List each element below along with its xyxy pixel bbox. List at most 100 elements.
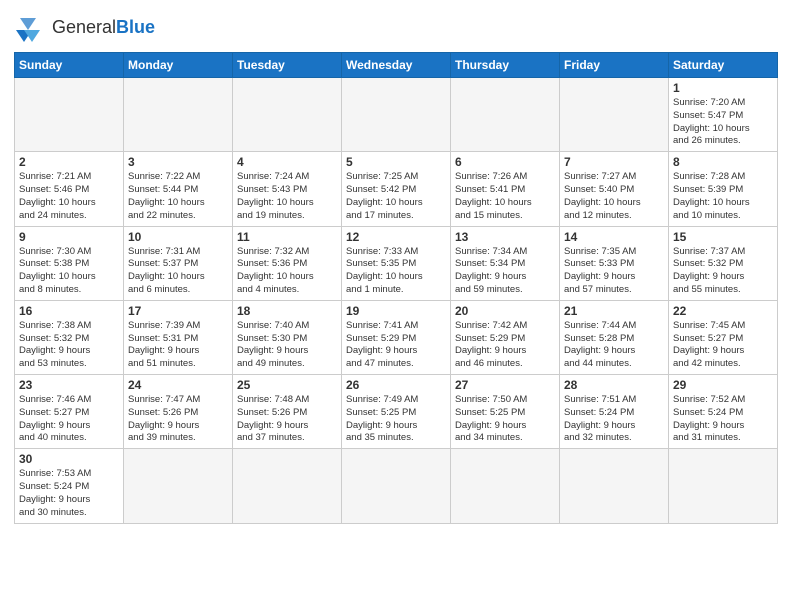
day-number: 16 (19, 304, 119, 318)
day-number: 21 (564, 304, 664, 318)
day-info: Sunrise: 7:42 AM Sunset: 5:29 PM Dayligh… (455, 320, 555, 371)
day-number: 23 (19, 378, 119, 392)
logo-text: GeneralBlue (52, 18, 155, 38)
day-number: 26 (346, 378, 446, 392)
day-number: 4 (237, 155, 337, 169)
calendar-cell: 27 Sunrise: 7:50 AM Sunset: 5:25 PM Dayli… (451, 375, 560, 449)
day-info: Sunrise: 7:34 AM Sunset: 5:34 PM Dayligh… (455, 246, 555, 297)
day-info: Sunrise: 7:21 AM Sunset: 5:46 PM Dayligh… (19, 171, 119, 222)
calendar-cell: 26 Sunrise: 7:49 AM Sunset: 5:25 PM Dayli… (342, 375, 451, 449)
calendar-cell: 10 Sunrise: 7:31 AM Sunset: 5:37 PM Dayli… (124, 226, 233, 300)
calendar-cell: 12 Sunrise: 7:33 AM Sunset: 5:35 PM Dayli… (342, 226, 451, 300)
day-info: Sunrise: 7:53 AM Sunset: 5:24 PM Dayligh… (19, 468, 119, 519)
calendar-cell: 13 Sunrise: 7:34 AM Sunset: 5:34 PM Dayli… (451, 226, 560, 300)
calendar-cell: 29 Sunrise: 7:52 AM Sunset: 5:24 PM Dayli… (669, 375, 778, 449)
day-number: 9 (19, 230, 119, 244)
calendar-cell: 20 Sunrise: 7:42 AM Sunset: 5:29 PM Dayli… (451, 300, 560, 374)
calendar-cell: 14 Sunrise: 7:35 AM Sunset: 5:33 PM Dayli… (560, 226, 669, 300)
day-info: Sunrise: 7:33 AM Sunset: 5:35 PM Dayligh… (346, 246, 446, 297)
calendar-cell: 28 Sunrise: 7:51 AM Sunset: 5:24 PM Dayli… (560, 375, 669, 449)
weekday-header-thursday: Thursday (451, 53, 560, 78)
weekday-header-sunday: Sunday (15, 53, 124, 78)
day-info: Sunrise: 7:48 AM Sunset: 5:26 PM Dayligh… (237, 394, 337, 445)
day-info: Sunrise: 7:47 AM Sunset: 5:26 PM Dayligh… (128, 394, 228, 445)
calendar-week-row: 16 Sunrise: 7:38 AM Sunset: 5:32 PM Dayli… (15, 300, 778, 374)
day-number: 8 (673, 155, 773, 169)
calendar-cell (15, 78, 124, 152)
day-number: 25 (237, 378, 337, 392)
calendar-cell: 15Sunrise: 7:37 AM Sunset: 5:32 PM Dayli… (669, 226, 778, 300)
day-info: Sunrise: 7:51 AM Sunset: 5:24 PM Dayligh… (564, 394, 664, 445)
day-info: Sunrise: 7:26 AM Sunset: 5:41 PM Dayligh… (455, 171, 555, 222)
calendar-week-row: 1 Sunrise: 7:20 AM Sunset: 5:47 PM Daylig… (15, 78, 778, 152)
calendar-cell (233, 78, 342, 152)
day-number: 20 (455, 304, 555, 318)
calendar-cell (233, 449, 342, 523)
day-number: 11 (237, 230, 337, 244)
day-number: 14 (564, 230, 664, 244)
calendar-cell (342, 449, 451, 523)
day-number: 6 (455, 155, 555, 169)
weekday-header-monday: Monday (124, 53, 233, 78)
day-info: Sunrise: 7:20 AM Sunset: 5:47 PM Dayligh… (673, 97, 773, 148)
weekday-header-tuesday: Tuesday (233, 53, 342, 78)
day-number: 28 (564, 378, 664, 392)
day-number: 19 (346, 304, 446, 318)
logo-svg (14, 10, 50, 46)
day-info: Sunrise: 7:40 AM Sunset: 5:30 PM Dayligh… (237, 320, 337, 371)
calendar-cell: 21 Sunrise: 7:44 AM Sunset: 5:28 PM Dayli… (560, 300, 669, 374)
calendar-cell (342, 78, 451, 152)
calendar-week-row: 30Sunrise: 7:53 AM Sunset: 5:24 PM Dayli… (15, 449, 778, 523)
calendar-cell: 24 Sunrise: 7:47 AM Sunset: 5:26 PM Dayli… (124, 375, 233, 449)
day-number: 24 (128, 378, 228, 392)
calendar-cell: 5Sunrise: 7:25 AM Sunset: 5:42 PM Daylig… (342, 152, 451, 226)
day-info: Sunrise: 7:31 AM Sunset: 5:37 PM Dayligh… (128, 246, 228, 297)
day-info: Sunrise: 7:49 AM Sunset: 5:25 PM Dayligh… (346, 394, 446, 445)
calendar-cell: 23 Sunrise: 7:46 AM Sunset: 5:27 PM Dayli… (15, 375, 124, 449)
day-info: Sunrise: 7:41 AM Sunset: 5:29 PM Dayligh… (346, 320, 446, 371)
calendar-cell: 7Sunrise: 7:27 AM Sunset: 5:40 PM Daylig… (560, 152, 669, 226)
calendar-cell: 17 Sunrise: 7:39 AM Sunset: 5:31 PM Dayli… (124, 300, 233, 374)
day-info: Sunrise: 7:35 AM Sunset: 5:33 PM Dayligh… (564, 246, 664, 297)
day-number: 7 (564, 155, 664, 169)
day-info: Sunrise: 7:30 AM Sunset: 5:38 PM Dayligh… (19, 246, 119, 297)
calendar-week-row: 9 Sunrise: 7:30 AM Sunset: 5:38 PM Daylig… (15, 226, 778, 300)
day-number: 1 (673, 81, 773, 95)
day-number: 13 (455, 230, 555, 244)
page: GeneralBlue SundayMondayTuesdayWednesday… (0, 0, 792, 534)
calendar-cell: 16 Sunrise: 7:38 AM Sunset: 5:32 PM Dayli… (15, 300, 124, 374)
day-number: 5 (346, 155, 446, 169)
day-number: 29 (673, 378, 773, 392)
logo-graphic: GeneralBlue (14, 10, 155, 46)
day-info: Sunrise: 7:32 AM Sunset: 5:36 PM Dayligh… (237, 246, 337, 297)
calendar-cell: 4Sunrise: 7:24 AM Sunset: 5:43 PM Daylig… (233, 152, 342, 226)
calendar-cell: 8 Sunrise: 7:28 AM Sunset: 5:39 PM Daylig… (669, 152, 778, 226)
day-info: Sunrise: 7:28 AM Sunset: 5:39 PM Dayligh… (673, 171, 773, 222)
day-number: 12 (346, 230, 446, 244)
calendar-cell: 9 Sunrise: 7:30 AM Sunset: 5:38 PM Daylig… (15, 226, 124, 300)
day-info: Sunrise: 7:45 AM Sunset: 5:27 PM Dayligh… (673, 320, 773, 371)
header: GeneralBlue (14, 10, 778, 46)
day-info: Sunrise: 7:22 AM Sunset: 5:44 PM Dayligh… (128, 171, 228, 222)
weekday-header-wednesday: Wednesday (342, 53, 451, 78)
day-number: 15 (673, 230, 773, 244)
day-info: Sunrise: 7:39 AM Sunset: 5:31 PM Dayligh… (128, 320, 228, 371)
day-info: Sunrise: 7:44 AM Sunset: 5:28 PM Dayligh… (564, 320, 664, 371)
calendar-cell: 30Sunrise: 7:53 AM Sunset: 5:24 PM Dayli… (15, 449, 124, 523)
day-info: Sunrise: 7:46 AM Sunset: 5:27 PM Dayligh… (19, 394, 119, 445)
calendar-cell: 19 Sunrise: 7:41 AM Sunset: 5:29 PM Dayli… (342, 300, 451, 374)
day-info: Sunrise: 7:38 AM Sunset: 5:32 PM Dayligh… (19, 320, 119, 371)
day-info: Sunrise: 7:52 AM Sunset: 5:24 PM Dayligh… (673, 394, 773, 445)
day-number: 17 (128, 304, 228, 318)
day-info: Sunrise: 7:50 AM Sunset: 5:25 PM Dayligh… (455, 394, 555, 445)
day-number: 10 (128, 230, 228, 244)
day-number: 2 (19, 155, 119, 169)
calendar-cell (560, 78, 669, 152)
calendar-cell (451, 78, 560, 152)
calendar-cell: 1 Sunrise: 7:20 AM Sunset: 5:47 PM Daylig… (669, 78, 778, 152)
day-number: 27 (455, 378, 555, 392)
calendar: SundayMondayTuesdayWednesdayThursdayFrid… (14, 52, 778, 524)
calendar-cell (669, 449, 778, 523)
calendar-week-row: 23 Sunrise: 7:46 AM Sunset: 5:27 PM Dayli… (15, 375, 778, 449)
logo-shape (14, 10, 50, 46)
